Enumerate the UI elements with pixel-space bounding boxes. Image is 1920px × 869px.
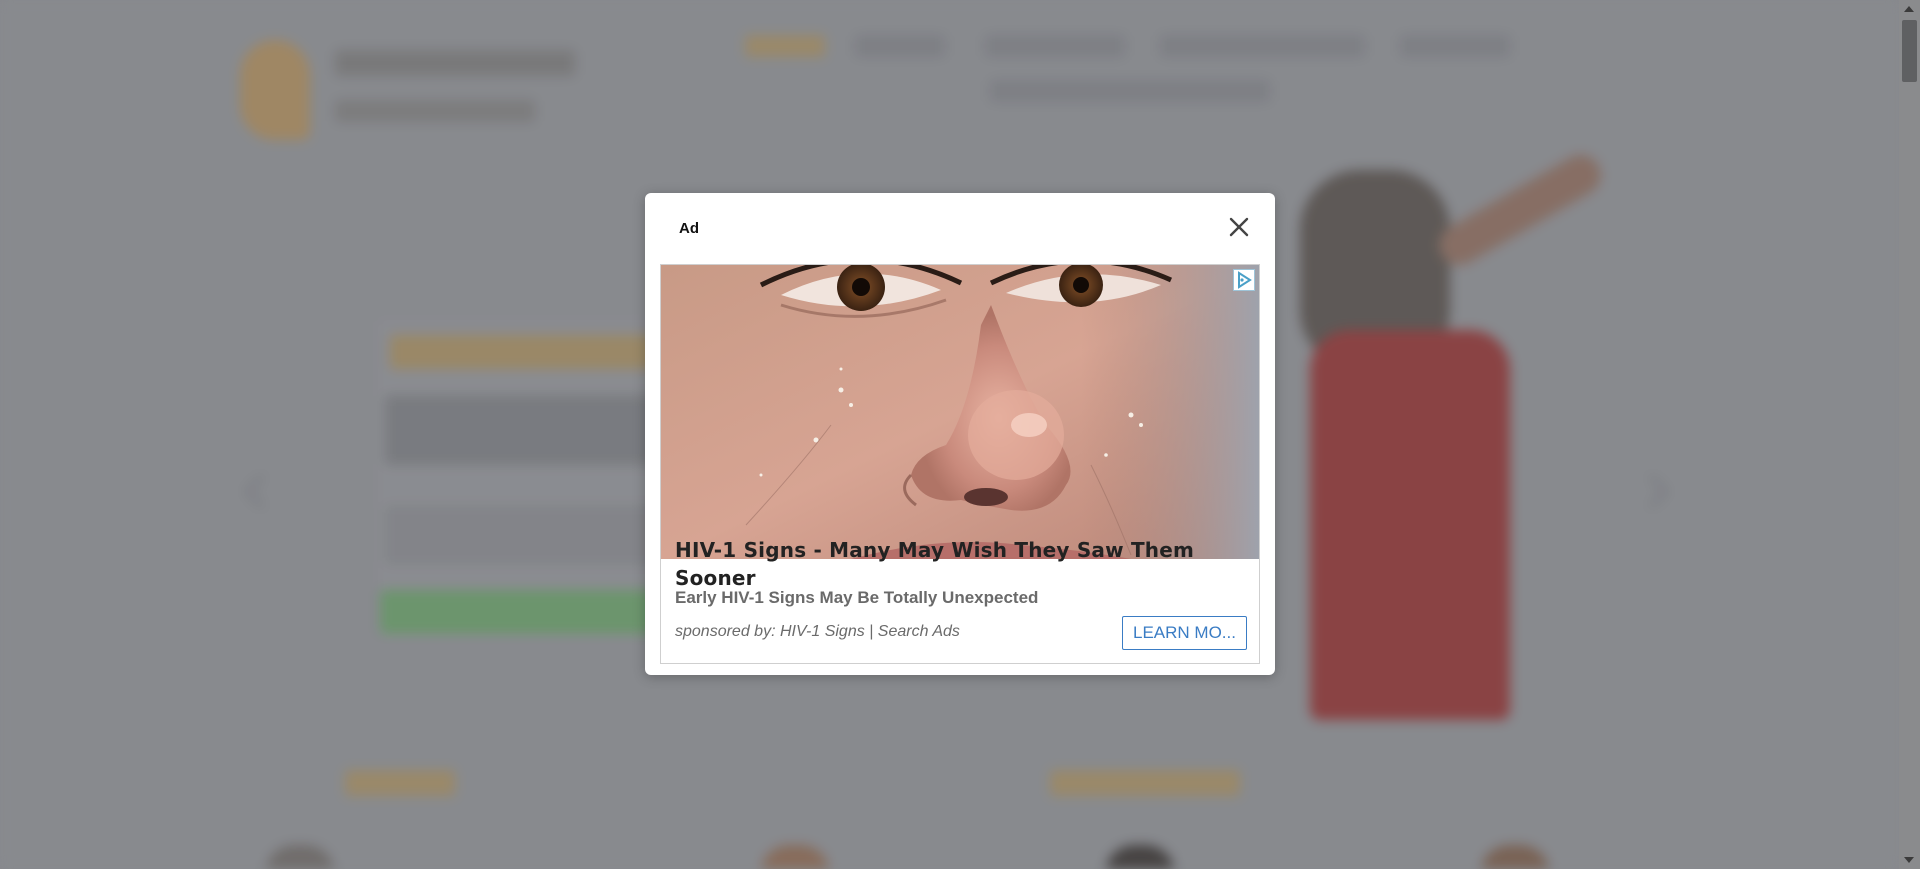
ad-image[interactable] — [661, 265, 1259, 559]
close-up-face-photo[interactable] — [661, 265, 1259, 559]
close-icon[interactable] — [1225, 213, 1253, 241]
scroll-down-icon[interactable] — [1904, 857, 1914, 863]
adchoices-icon[interactable] — [1233, 269, 1255, 291]
ad-modal: Ad HIV-1 Signs - Many May Wish They Saw … — [645, 193, 1275, 675]
ad-container[interactable]: HIV-1 Signs - Many May Wish They Saw The… — [660, 264, 1260, 664]
scroll-up-icon[interactable] — [1904, 6, 1914, 12]
scroll-thumb[interactable] — [1902, 20, 1917, 82]
ad-headline[interactable]: HIV-1 Signs - Many May Wish They Saw The… — [675, 536, 1215, 592]
page-scrollbar[interactable] — [1899, 0, 1920, 869]
ad-sponsor-text: sponsored by: HIV-1 Signs | Search Ads — [675, 623, 960, 640]
modal-title: Ad — [679, 220, 699, 237]
close-button[interactable] — [1225, 213, 1253, 241]
learn-more-button[interactable]: LEARN MO... — [1122, 616, 1247, 650]
ad-subheadline: Early HIV-1 Signs May Be Totally Unexpec… — [675, 588, 1039, 607]
